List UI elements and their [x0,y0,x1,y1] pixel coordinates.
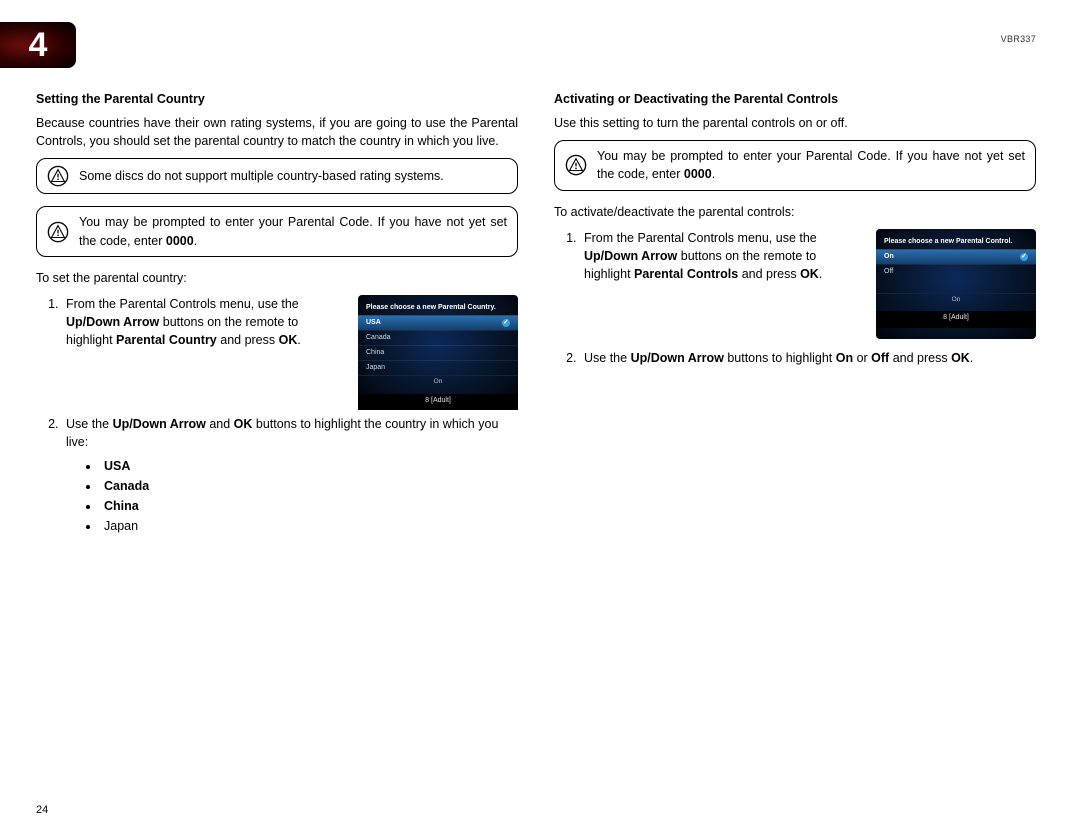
ss-row-selected: On [876,249,1036,264]
warning-icon [47,221,69,243]
callout-text: You may be prompted to enter your Parent… [597,147,1025,183]
steps-list: From the Parental Controls menu, use the… [36,295,518,536]
option-item: Canada [100,477,518,495]
content-columns: Setting the Parental Country Because cou… [36,90,1036,790]
warning-callout: You may be prompted to enter your Parent… [36,206,518,256]
callout-text: You may be prompted to enter your Parent… [79,213,507,249]
warning-icon [565,154,587,176]
ss-row: Canada [358,330,518,345]
ss-footer: 8 [Adult] [876,311,1036,327]
ui-screenshot: Please choose a new Parental Control. On… [876,229,1036,339]
lead-text: To activate/deactivate the parental cont… [554,203,1036,221]
ss-footer: On [876,293,1036,305]
option-item: Japan [100,517,518,535]
step-text: From the Parental Controls menu, use the… [584,229,862,283]
check-icon [502,319,510,327]
model-number: VBR337 [1001,34,1036,44]
callout-text: Some discs do not support multiple count… [79,167,507,185]
page-number: 24 [36,804,48,816]
intro-paragraph: Use this setting to turn the parental co… [554,114,1036,132]
chapter-badge: 4 [0,22,76,68]
step-item: Use the Up/Down Arrow and OK buttons to … [62,415,518,536]
left-column: Setting the Parental Country Because cou… [36,90,518,790]
steps-list: From the Parental Controls menu, use the… [554,229,1036,367]
ss-row: Off [876,264,1036,279]
warning-icon [47,165,69,187]
ss-title: Please choose a new Parental Control. [876,237,1036,249]
option-item: China [100,497,518,515]
options-list: USA Canada China Japan [66,457,518,536]
section-heading: Setting the Parental Country [36,90,518,108]
warning-callout: You may be prompted to enter your Parent… [554,140,1036,190]
right-column: Activating or Deactivating the Parental … [554,90,1036,790]
ss-footer: On [358,375,518,387]
step-item: From the Parental Controls menu, use the… [580,229,1036,339]
manual-page: 4 VBR337 Setting the Parental Country Be… [0,0,1080,834]
section-heading: Activating or Deactivating the Parental … [554,90,1036,108]
ss-row-selected: USA [358,315,518,330]
ss-title: Please choose a new Parental Country. [358,303,518,315]
ss-footer: 8 [Adult] [358,394,518,410]
ss-row: China [358,345,518,360]
chapter-number: 4 [29,26,48,65]
warning-callout: Some discs do not support multiple count… [36,158,518,194]
ss-row: Japan [358,360,518,375]
check-icon [1020,253,1028,261]
step-text: From the Parental Controls menu, use the… [66,295,344,349]
step-item: Use the Up/Down Arrow buttons to highlig… [580,349,1036,367]
intro-paragraph: Because countries have their own rating … [36,114,518,150]
lead-text: To set the parental country: [36,269,518,287]
step-item: From the Parental Controls menu, use the… [62,295,518,405]
ui-screenshot: Please choose a new Parental Country. US… [358,295,518,405]
option-item: USA [100,457,518,475]
